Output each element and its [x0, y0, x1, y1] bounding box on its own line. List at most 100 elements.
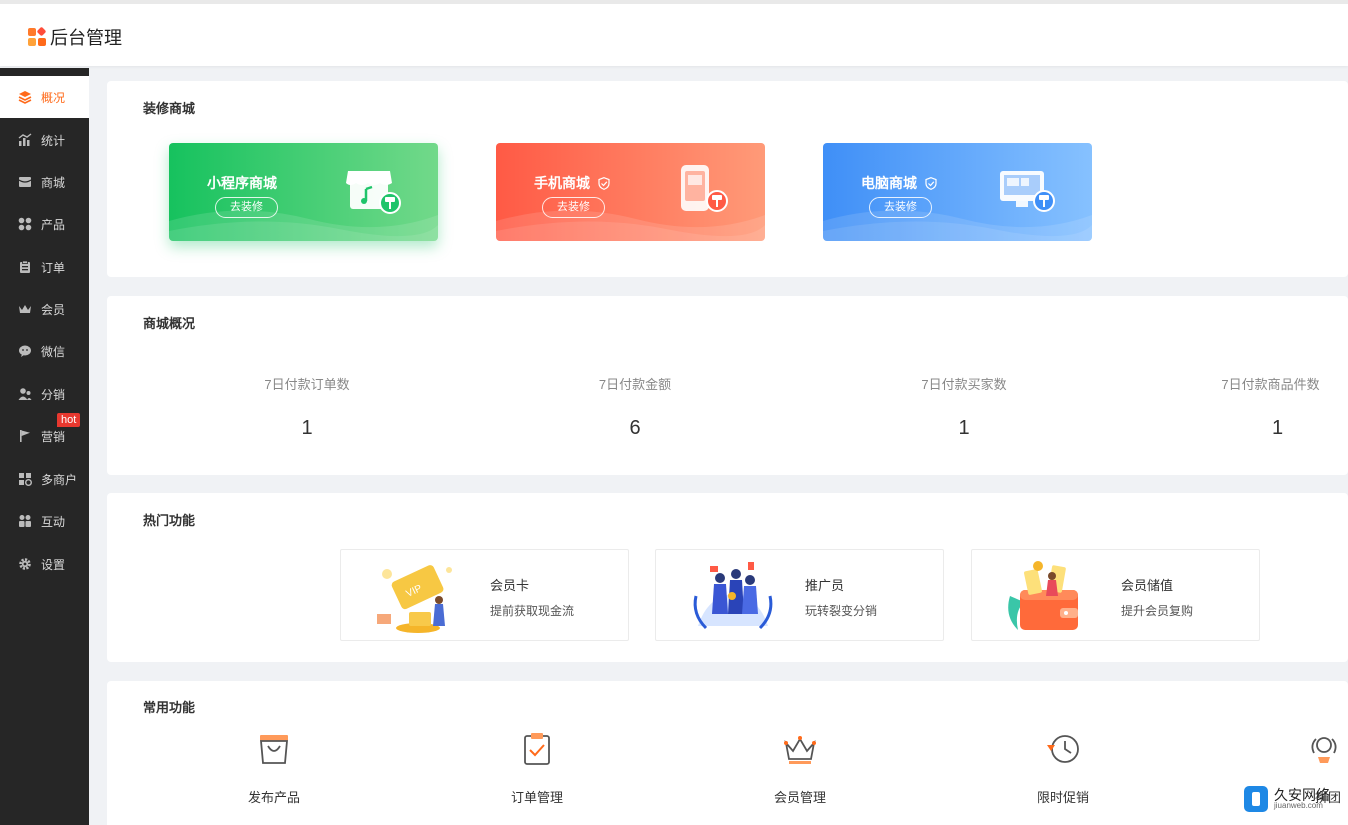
sidebar-item-order[interactable]: 订单 [0, 246, 89, 288]
member-crown-icon [784, 736, 816, 764]
flag-icon [18, 429, 32, 443]
top-header: 后台管理 [0, 0, 1348, 66]
sidebar-item-stats[interactable]: 统计 [0, 119, 89, 161]
stat-orders: 7日付款订单数 1 [207, 374, 407, 440]
promoter-illustration [693, 562, 773, 630]
overview-panel: 商城概况 7日付款订单数 1 7日付款金额 6 7日付款买家数 1 7日付款商品… [107, 296, 1348, 475]
watermark-url: jiuanweb.com [1274, 801, 1323, 810]
verified-shield-icon [925, 176, 937, 190]
sidebar-item-settings[interactable]: 设置 [0, 543, 89, 585]
mall-card-name: 手机商城 [534, 173, 610, 193]
sidebar-item-mall[interactable]: 商城 [0, 161, 89, 203]
sidebar-item-label: 会员 [41, 302, 66, 317]
member-management-shortcut[interactable]: 会员管理 [740, 731, 860, 806]
merchant-icon [18, 472, 32, 486]
stat-value: 1 [1271, 417, 1284, 439]
hot-card-title: 推广员 [805, 578, 845, 593]
watermark-name: 久安网络 [1274, 787, 1330, 803]
app-title: 后台管理 [50, 28, 122, 48]
hot-card-title: 会员卡 [490, 578, 530, 593]
sidebar-item-overview[interactable]: 概况 [0, 76, 89, 118]
shortcut-label: 限时促销 [1036, 790, 1089, 805]
shortcut-label: 发布产品 [247, 790, 300, 805]
mini-program-mall-card[interactable]: 小程序商城 去装修 [169, 143, 438, 241]
verified-shield-icon [598, 176, 610, 190]
sidebar-item-wechat[interactable]: 微信 [0, 330, 89, 372]
sidebar-item-label: 营销 [41, 429, 66, 444]
mini-program-store-icon [346, 171, 401, 214]
pc-mall-card[interactable]: 电脑商城 去装修 [823, 143, 1092, 241]
hot-badge: hot [57, 413, 81, 427]
wallet-illustration [1008, 561, 1078, 630]
sidebar-item-interaction[interactable]: 互动 [0, 500, 89, 542]
hot-card-desc: 玩转裂变分销 [805, 604, 878, 618]
stat-label: 7日付款金额 [598, 377, 672, 392]
hot-features-panel: 热门功能 VIP 会员卡 提前获取现金流 推广员 玩转裂变分销 会员储值 提升会… [107, 493, 1348, 662]
sidebar-item-label: 分销 [41, 387, 66, 402]
shopping-bag-icon [260, 735, 288, 764]
grid-icon [18, 217, 32, 231]
decorate-button[interactable]: 去装修 [542, 197, 605, 218]
stat-label: 7日付款商品件数 [1221, 377, 1320, 392]
mall-card-name: 电脑商城 [861, 173, 937, 193]
sidebar-item-member[interactable]: 会员 [0, 288, 89, 330]
users-icon [18, 387, 32, 401]
stat-items: 7日付款商品件数 1 [1193, 374, 1348, 440]
member-recharge-feature[interactable]: 会员储值 提升会员复购 [971, 549, 1260, 641]
gear-icon [18, 557, 32, 571]
hot-features-title: 热门功能 [143, 513, 196, 528]
hot-card-desc: 提前获取现金流 [490, 604, 575, 618]
stat-value: 1 [958, 417, 970, 439]
hot-card-title: 会员储值 [1121, 578, 1174, 593]
sidebar-item-label: 订单 [41, 260, 66, 275]
interact-icon [18, 514, 32, 528]
stat-value: 6 [629, 417, 641, 439]
flash-sale-shortcut[interactable]: 限时促销 [1003, 731, 1123, 806]
crown-icon [18, 302, 32, 316]
sidebar-item-label: 产品 [41, 217, 66, 232]
sidebar-item-label: 统计 [41, 133, 66, 148]
order-management-shortcut[interactable]: 订单管理 [477, 731, 597, 806]
decorate-button[interactable]: 去装修 [869, 197, 932, 218]
common-features-title: 常用功能 [143, 700, 196, 715]
sidebar-item-product[interactable]: 产品 [0, 203, 89, 245]
sidebar-item-distribution[interactable]: 分销 [0, 373, 89, 415]
group-icon [1311, 737, 1337, 763]
hot-card-desc: 提升会员复购 [1121, 604, 1194, 618]
watermark-logo-icon [1244, 786, 1268, 812]
member-card-feature[interactable]: VIP 会员卡 提前获取现金流 [340, 549, 629, 641]
sidebar-item-label: 多商户 [41, 472, 78, 487]
sidebar-item-multi-merchant[interactable]: 多商户 [0, 458, 89, 500]
wechat-icon [18, 344, 32, 358]
store-icon [18, 175, 32, 189]
clock-icon [1047, 735, 1079, 763]
promoter-feature[interactable]: 推广员 玩转裂变分销 [655, 549, 944, 641]
stat-amount: 7日付款金额 6 [535, 374, 735, 440]
order-check-icon [524, 733, 550, 765]
stat-value: 1 [301, 417, 313, 439]
layers-icon [18, 90, 32, 104]
mobile-phone-icon [681, 165, 728, 212]
mobile-mall-card[interactable]: 手机商城 去装修 [496, 143, 765, 241]
decorate-button[interactable]: 去装修 [215, 197, 278, 218]
decorate-title: 装修商城 [143, 101, 196, 116]
mall-card-name: 小程序商城 [207, 175, 277, 191]
stat-buyers: 7日付款买家数 1 [864, 374, 1064, 440]
chart-icon [18, 133, 32, 147]
common-features-panel: 常用功能 发布产品 订单管理 会员管理 限时促销 拼团 [107, 681, 1348, 825]
shortcut-label: 会员管理 [773, 790, 826, 805]
publish-product-shortcut[interactable]: 发布产品 [214, 731, 334, 806]
sidebar-item-label: 设置 [41, 557, 66, 572]
logo-icon [28, 26, 47, 46]
watermark: 久安网络 jiuanweb.com [1244, 786, 1330, 812]
vip-card-illustration: VIP [377, 565, 452, 633]
sidebar-item-label: 概况 [41, 90, 66, 105]
decorate-panel: 装修商城 小程序商城 去装修 手机商城 去装修 电脑商城 去装修 [107, 81, 1348, 277]
sidebar-item-label: 商城 [41, 175, 66, 190]
desktop-monitor-icon [1000, 171, 1055, 212]
overview-title: 商城概况 [143, 316, 196, 331]
app-logo[interactable]: 后台管理 [28, 24, 122, 50]
clipboard-icon [18, 260, 32, 274]
stat-label: 7日付款订单数 [264, 377, 350, 392]
stat-label: 7日付款买家数 [921, 377, 1007, 392]
